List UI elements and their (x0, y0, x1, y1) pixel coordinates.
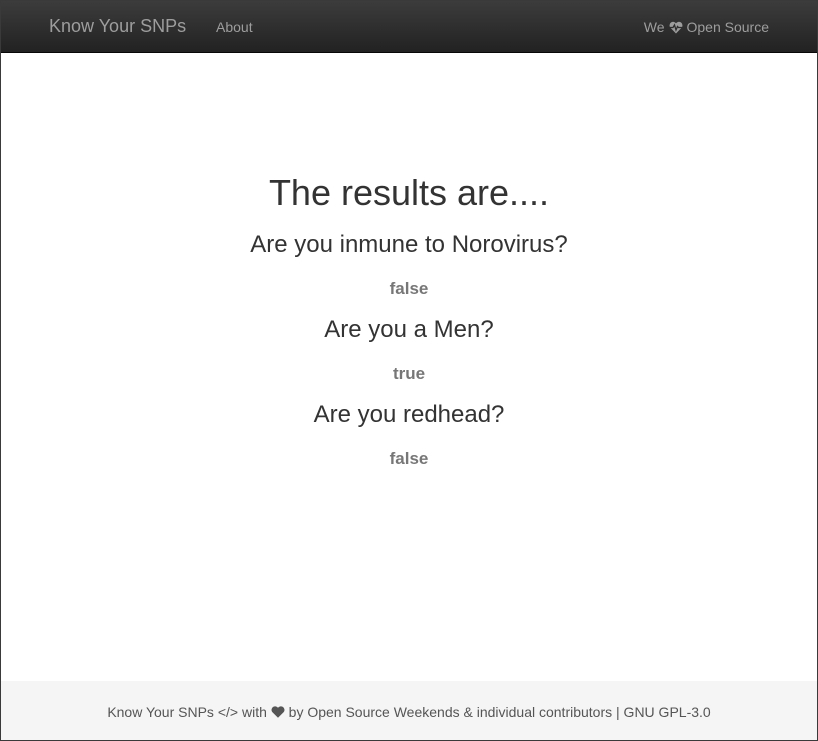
results-content: The results are.... Are you inmune to No… (1, 53, 817, 681)
page-footer: Know Your SNPs </> with by Open Source W… (1, 681, 817, 740)
result-answer: false (389, 279, 429, 298)
heart-pulse-icon (669, 21, 682, 33)
result-item: Are you a Men? true (1, 316, 817, 384)
brand-link[interactable]: Know Your SNPs (49, 16, 186, 37)
footer-with: with (241, 704, 267, 720)
result-question: Are you inmune to Norovirus? (250, 231, 568, 258)
nav-about-link[interactable]: About (216, 19, 253, 35)
result-item: Are you redhead? false (1, 401, 817, 469)
open-source-link[interactable]: We Open Source (644, 19, 769, 35)
heart-icon (271, 706, 285, 718)
open-source-suffix: Open Source (686, 19, 770, 35)
result-answer: false (389, 449, 429, 468)
footer-credits: by Open Source Weekends & individual con… (288, 704, 711, 720)
top-navbar: Know Your SNPs About We Open Source (1, 1, 817, 53)
open-source-prefix: We (643, 19, 665, 35)
result-question: Are you a Men? (324, 316, 494, 343)
page-title: The results are.... (268, 172, 550, 213)
footer-project-name: Know Your SNPs (107, 704, 214, 720)
result-question: Are you redhead? (313, 401, 505, 428)
result-item: Are you inmune to Norovirus? false (1, 231, 817, 299)
result-answer: true (392, 364, 426, 383)
browser-frame: Know Your SNPs About We Open Source The … (0, 0, 818, 741)
code-icon: </> (217, 704, 239, 720)
